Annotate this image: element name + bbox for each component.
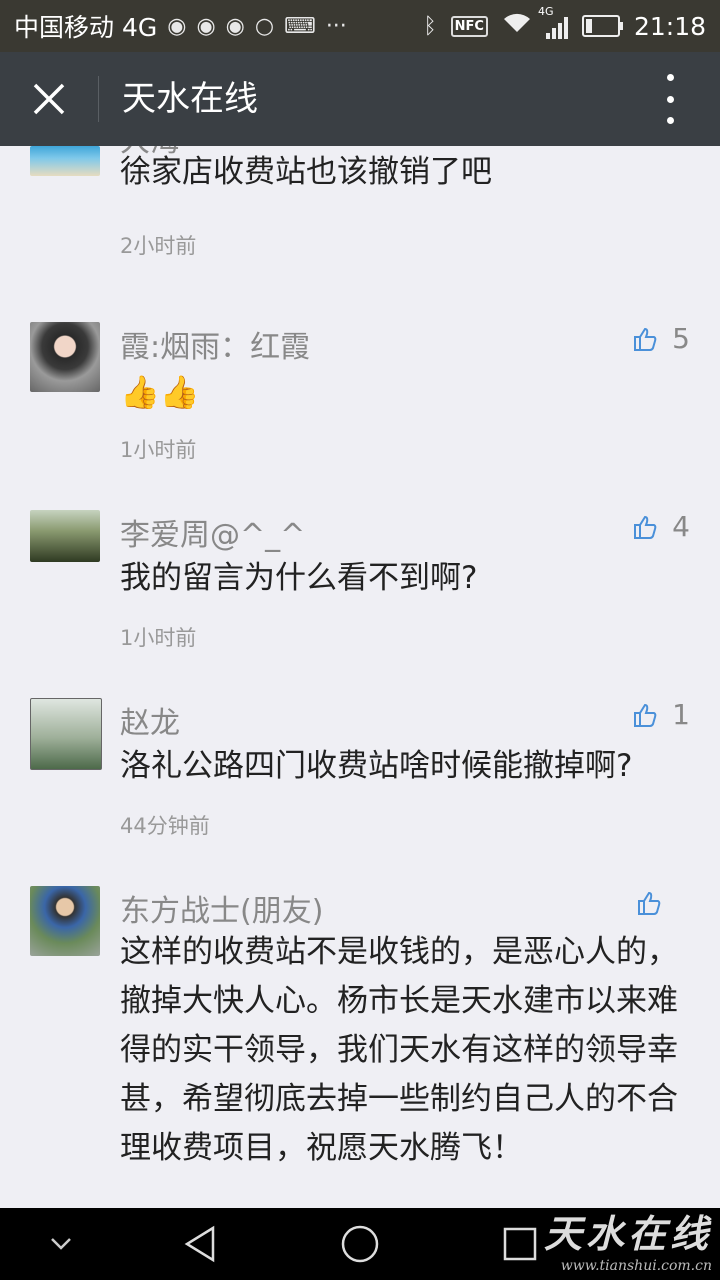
avatar[interactable] bbox=[30, 322, 100, 392]
comment-text: 我的留言为什么看不到啊? bbox=[120, 560, 478, 596]
like-count: 1 bbox=[672, 698, 690, 731]
like-count: 5 bbox=[672, 322, 690, 355]
wifi-icon bbox=[502, 12, 532, 40]
comment-author[interactable]: 李爱周@^_^ bbox=[120, 510, 305, 554]
network-type-label: 4G bbox=[537, 5, 554, 18]
recents-square-icon bbox=[503, 1227, 537, 1261]
more-menu-button[interactable] bbox=[660, 74, 680, 124]
avatar[interactable] bbox=[30, 698, 102, 770]
more-dot-icon bbox=[666, 74, 674, 81]
comment-text: 👍👍 bbox=[120, 373, 200, 411]
battery-icon bbox=[581, 15, 623, 37]
bluetooth-icon: ᛒ bbox=[423, 13, 437, 39]
avatar[interactable] bbox=[30, 510, 100, 562]
comment-item: 霞:烟雨：红霞 5 👍👍 1小时前 bbox=[0, 322, 720, 502]
more-notifications-icon: ··· bbox=[325, 13, 347, 39]
weibo-icon: ◉ bbox=[167, 13, 187, 39]
app-bar: 天水在线 bbox=[0, 52, 720, 146]
avatar[interactable] bbox=[30, 886, 100, 956]
comment-time: 1小时前 bbox=[120, 626, 197, 650]
thumbs-up-icon bbox=[634, 515, 657, 539]
like-button[interactable]: 4 bbox=[632, 510, 690, 543]
comment-item: 赵龙 1 洛礼公路四门收费站啥时候能撤掉啊? 44分钟前 bbox=[0, 698, 720, 878]
status-bar: 中国移动 4G ◉ ◉ ◉ ○ ⌨ ··· ᛒ NFC 4G 21:18 bbox=[0, 0, 720, 52]
page-title: 天水在线 bbox=[122, 79, 258, 119]
comment-author[interactable]: 东方战士(朋友) bbox=[120, 886, 323, 930]
signal-icon: 4G bbox=[538, 5, 568, 39]
chevron-down-icon bbox=[51, 1238, 71, 1250]
comment-text: 徐家店收费站也该撤销了吧 bbox=[120, 154, 492, 190]
close-button[interactable] bbox=[24, 72, 74, 126]
comment-text: 这样的收费站不是收钱的，是恶心人的，撤掉大快人心。杨市长是天水建市以来难得的实干… bbox=[120, 934, 678, 1166]
watermark-logo: 天水在线 bbox=[543, 1211, 712, 1256]
avatar[interactable] bbox=[30, 146, 100, 176]
like-button[interactable]: 1 bbox=[632, 698, 690, 731]
comment-list[interactable]: 大海 9 徐家店收费站也该撤销了吧 2小时前 霞:烟雨：红霞 5 👍👍 1小时前… bbox=[0, 146, 720, 1206]
back-button[interactable] bbox=[170, 1208, 230, 1280]
like-button[interactable]: 5 bbox=[632, 322, 690, 355]
system-nav-bar: 天水在线 www.tianshui.com.cn bbox=[0, 1208, 720, 1280]
comment-time: 44分钟前 bbox=[120, 814, 210, 838]
clock: 21:18 bbox=[633, 11, 706, 41]
keyboard-icon: ⌨ bbox=[284, 13, 316, 39]
thumbs-up-icon bbox=[634, 327, 657, 351]
comment-text: 洛礼公路四门收费站啥时候能撤掉啊? bbox=[120, 748, 633, 784]
hide-nav-button[interactable] bbox=[36, 1208, 86, 1280]
thumbs-up-icon bbox=[638, 891, 661, 915]
thumbs-up-icon bbox=[634, 703, 657, 727]
comment-author[interactable]: 霞:烟雨：红霞 bbox=[120, 322, 310, 366]
carrier-label: 中国移动 4G bbox=[14, 13, 158, 42]
more-dot-icon bbox=[666, 95, 674, 103]
home-circle-icon bbox=[341, 1225, 379, 1263]
site-watermark: 天水在线 www.tianshui.com.cn bbox=[544, 1203, 712, 1274]
more-dot-icon bbox=[666, 117, 674, 124]
close-icon bbox=[33, 83, 65, 115]
comment-item: 李爱周@^_^ 4 我的留言为什么看不到啊? 1小时前 bbox=[0, 510, 720, 690]
watermark-url: www.tianshui.com.cn bbox=[560, 1258, 712, 1274]
circle-icon: ○ bbox=[254, 13, 275, 39]
comment-item: 大海 9 徐家店收费站也该撤销了吧 2小时前 bbox=[0, 146, 720, 296]
app-bar-divider bbox=[98, 76, 99, 122]
weibo-icon-3: ◉ bbox=[225, 13, 245, 39]
weibo-icon-2: ◉ bbox=[196, 13, 216, 39]
like-count: 4 bbox=[672, 510, 690, 543]
like-button[interactable] bbox=[636, 890, 676, 916]
nfc-icon: NFC bbox=[450, 15, 488, 37]
home-button[interactable] bbox=[330, 1208, 390, 1280]
comment-time: 2小时前 bbox=[120, 234, 197, 258]
comment-time: 1小时前 bbox=[120, 438, 197, 462]
comment-item: 东方战士(朋友) 这样的收费站不是收钱的，是恶心人的，撤掉大快人心。杨市长是天水… bbox=[0, 886, 720, 1206]
back-triangle-icon bbox=[184, 1225, 215, 1263]
comment-author[interactable]: 赵龙 bbox=[120, 698, 180, 742]
recents-button[interactable] bbox=[490, 1208, 550, 1280]
